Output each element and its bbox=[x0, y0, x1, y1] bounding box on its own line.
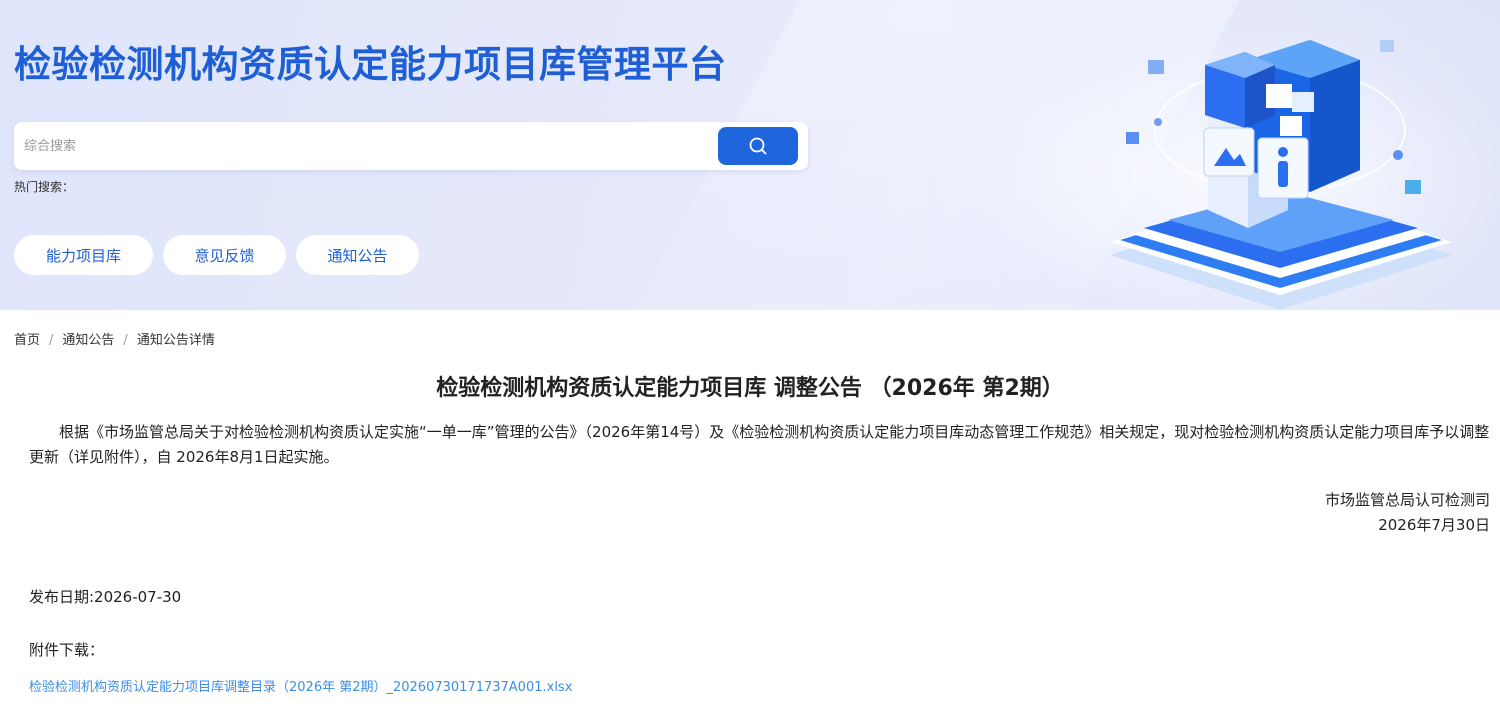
nav-capability-library[interactable]: 能力项目库 bbox=[14, 235, 153, 275]
header-banner: 检验检测机构资质认定能力项目库管理平台 热门搜索： 能力项目库 意见反馈 通知公… bbox=[0, 0, 1500, 310]
search-icon bbox=[749, 137, 767, 155]
search-button[interactable] bbox=[718, 127, 798, 165]
publish-date: 发布日期:2026-07-30 bbox=[29, 588, 182, 606]
issuer: 市场监管总局认可检测司 bbox=[1324, 491, 1490, 509]
issue-date: 2026年7月30日 bbox=[1378, 516, 1490, 534]
search-input[interactable] bbox=[14, 122, 704, 170]
search-box bbox=[14, 122, 808, 170]
breadcrumb-announcements[interactable]: 通知公告 bbox=[62, 333, 114, 348]
breadcrumb-home[interactable]: 首页 bbox=[14, 333, 40, 348]
nav-announcements[interactable]: 通知公告 bbox=[296, 235, 419, 275]
hot-search-label: 热门搜索： bbox=[14, 180, 75, 194]
attachment-label: 附件下载： bbox=[29, 641, 105, 659]
nav-feedback[interactable]: 意见反馈 bbox=[163, 235, 286, 275]
article-body: 根据《市场监管总局关于对检验检测机构资质认定实施“一单一库”管理的公告》（202… bbox=[29, 423, 1490, 466]
breadcrumb-separator: / bbox=[123, 333, 128, 348]
data-cube-illustration bbox=[1110, 40, 1452, 310]
attachment-download-link[interactable]: 检验检测机构资质认定能力项目库调整目录（2026年 第2期）_202607301… bbox=[29, 676, 572, 695]
article-title: 检验检测机构资质认定能力项目库 调整公告 （2026年 第2期） bbox=[436, 376, 1064, 401]
breadcrumb: 首页 / 通知公告 / 通知公告详情 bbox=[14, 329, 215, 348]
breadcrumb-separator: / bbox=[49, 333, 54, 348]
breadcrumb-current: 通知公告详情 bbox=[136, 333, 215, 348]
site-title: 检验检测机构资质认定能力项目库管理平台 bbox=[14, 43, 727, 86]
signature-block: 市场监管总局认可检测司 2026年7月30日 bbox=[1325, 488, 1490, 538]
